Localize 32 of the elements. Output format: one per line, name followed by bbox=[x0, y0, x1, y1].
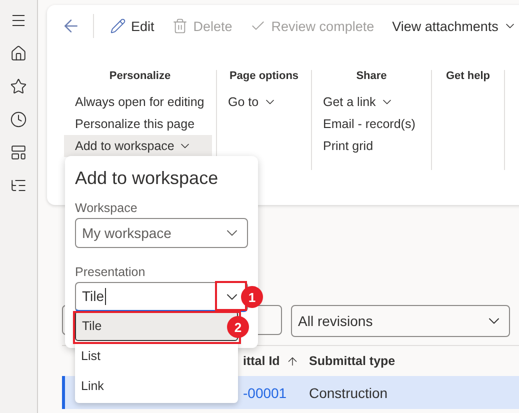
column-header[interactable]: ittal Id bbox=[243, 354, 309, 368]
revision-select[interactable]: All revisions bbox=[291, 305, 510, 337]
clock-icon[interactable] bbox=[10, 111, 27, 128]
ribbon-item[interactable]: Get a link bbox=[312, 91, 427, 113]
ribbon-item[interactable]: Add to workspace bbox=[64, 135, 212, 157]
ribbon-item[interactable]: Always open for editing bbox=[64, 91, 212, 113]
toolbar-button[interactable]: Edit bbox=[104, 14, 160, 38]
home-icon[interactable] bbox=[10, 45, 27, 62]
table-cell-text: -00001 bbox=[243, 384, 288, 400]
group-header: Personalize bbox=[108, 70, 172, 82]
workspace-select[interactable]: My workspace bbox=[75, 218, 248, 248]
group-header: Get help bbox=[444, 70, 491, 82]
ribbon-item[interactable]: Print grid bbox=[312, 135, 427, 157]
star-icon[interactable] bbox=[10, 78, 27, 95]
workspace-icon[interactable] bbox=[10, 144, 27, 161]
list-icon[interactable] bbox=[10, 177, 27, 194]
dropdown-option[interactable]: Link bbox=[75, 371, 238, 401]
trash-icon bbox=[172, 18, 188, 34]
dropdown-option[interactable]: List bbox=[75, 341, 238, 371]
group-header: Page options bbox=[228, 70, 300, 82]
field-label: Presentation bbox=[75, 265, 146, 279]
pencil-icon bbox=[110, 18, 126, 34]
ribbon-item[interactable]: Personalize this page bbox=[64, 113, 212, 135]
ribbon-item[interactable]: Go to bbox=[217, 91, 307, 113]
table-cell-text: Construction bbox=[309, 384, 389, 400]
dialog-title: Add to workspace bbox=[75, 168, 220, 189]
group-header: Share bbox=[355, 70, 388, 82]
column-header[interactable]: Submittal type bbox=[309, 354, 519, 368]
field-label: Workspace bbox=[75, 201, 138, 215]
toolbar-button[interactable]: View attachments bbox=[386, 14, 519, 38]
ribbon-item[interactable]: Email - record(s) bbox=[312, 113, 427, 135]
menu-icon[interactable] bbox=[10, 12, 27, 29]
